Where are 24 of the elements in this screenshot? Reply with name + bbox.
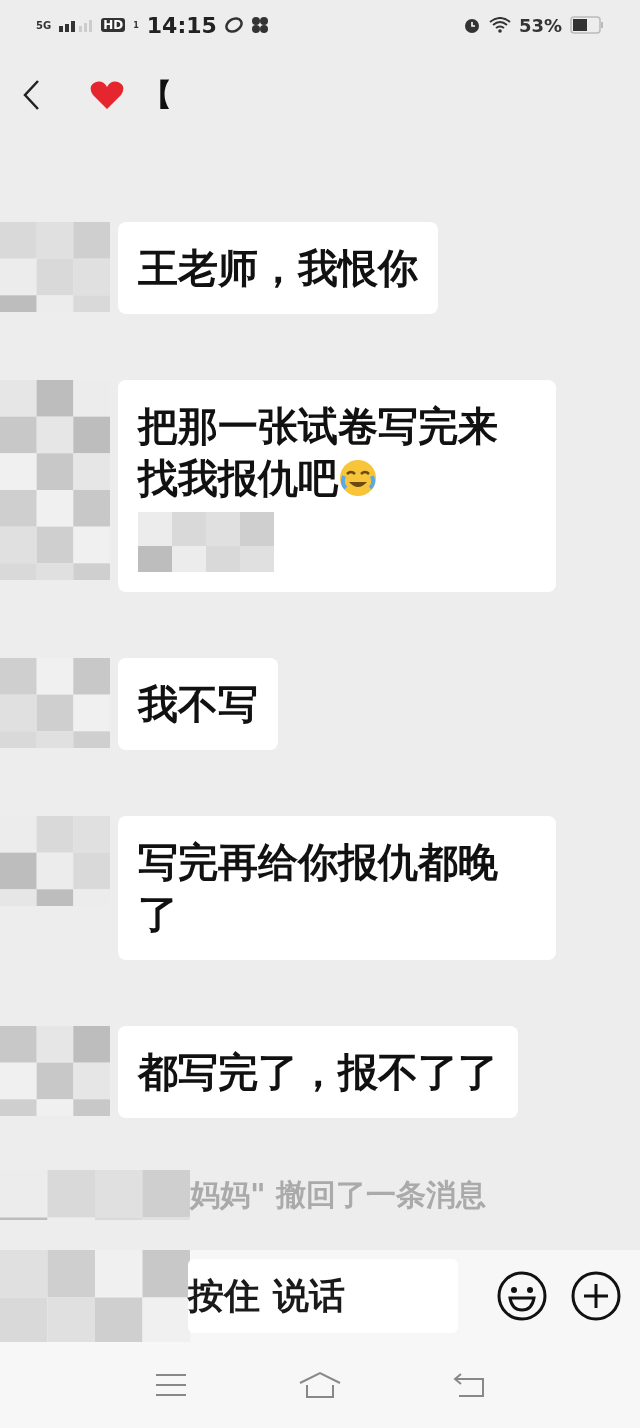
emoji-icon[interactable]	[496, 1270, 548, 1322]
message-bubble: 王老师，我恨你	[118, 222, 438, 314]
battery-icon	[570, 16, 604, 34]
chat-title: 【	[142, 75, 172, 114]
home-icon[interactable]	[298, 1371, 342, 1399]
message-bubble: 把那一张试卷写完来找我报仇吧	[118, 380, 556, 592]
message-bubble: 都写完了，报不了了	[118, 1026, 518, 1118]
battery-percent: 53%	[518, 14, 562, 36]
menu-icon[interactable]	[155, 1373, 188, 1397]
hold-to-talk-button[interactable]: 按住 说话	[188, 1259, 458, 1333]
message-bubble: 我不写	[118, 658, 278, 750]
sim-label: 1	[133, 20, 139, 30]
heart-icon	[90, 80, 124, 110]
add-icon[interactable]	[570, 1270, 622, 1322]
network-label: 5G	[36, 19, 52, 31]
message-bubble: 写完再给你报仇都晚了	[118, 816, 556, 960]
signal-icon	[59, 18, 94, 32]
alarm-icon	[462, 16, 481, 34]
back-icon[interactable]	[22, 79, 40, 111]
clock-time: 14:15	[146, 12, 217, 38]
recall-notice: 妈妈" 撤回了一条消息	[190, 1175, 487, 1214]
crying-face-icon	[338, 458, 378, 498]
wifi-icon	[488, 17, 511, 33]
hd-badge: HD	[101, 18, 126, 32]
